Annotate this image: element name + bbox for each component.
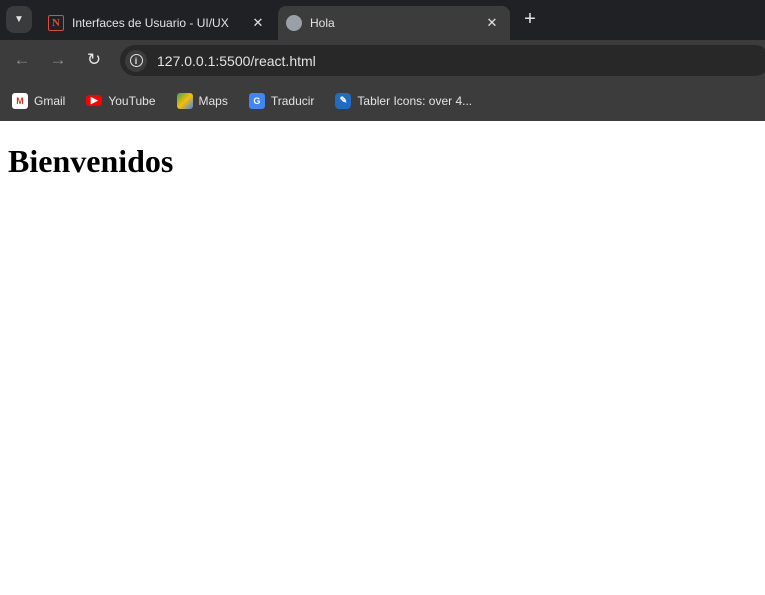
bookmark-label: Traducir xyxy=(270,93,315,108)
tab-interfaces[interactable]: N Interfaces de Usuario - UI/UX ✕ xyxy=(40,6,276,40)
site-info-button[interactable]: i xyxy=(125,49,147,72)
translate-icon: G xyxy=(248,92,265,109)
bookmarks-bar: M Gmail ▶ YouTube Maps G Traducir ✎ Tabler I… xyxy=(0,80,765,121)
address-bar[interactable]: i 127.0.0.1:5500/react.html xyxy=(120,45,765,76)
toolbar: ← → ↻ i 127.0.0.1:5500/react.html xyxy=(0,40,765,80)
tab-hola[interactable]: Hola ✕ xyxy=(278,6,510,40)
tabler-icon: ✎ xyxy=(335,92,352,109)
bookmark-tabler[interactable]: ✎ Tabler Icons: over 4... xyxy=(335,92,473,109)
notion-icon: N xyxy=(48,15,64,31)
bookmark-label: Maps xyxy=(198,93,228,108)
youtube-icon: ▶ xyxy=(86,95,103,106)
tab-title: Hola xyxy=(310,16,335,30)
bookmark-traducir[interactable]: G Traducir xyxy=(248,92,315,109)
page-heading: Bienvenidos xyxy=(8,143,174,179)
globe-icon xyxy=(286,15,302,31)
bookmark-label: YouTube xyxy=(108,93,156,108)
tab-title: Interfaces de Usuario - UI/UX xyxy=(72,16,229,30)
bookmark-gmail[interactable]: M Gmail xyxy=(12,92,66,109)
forward-button[interactable]: → xyxy=(48,50,68,70)
bookmark-maps[interactable]: Maps xyxy=(176,92,228,109)
reload-button[interactable]: ↻ xyxy=(84,50,104,70)
tab-search-button[interactable]: ▼ xyxy=(6,6,32,33)
info-icon: i xyxy=(129,54,143,67)
close-icon[interactable]: ✕ xyxy=(248,15,268,31)
url-text[interactable]: 127.0.0.1:5500/react.html xyxy=(157,53,316,69)
new-tab-button[interactable]: + xyxy=(520,8,540,31)
close-icon[interactable]: ✕ xyxy=(482,15,502,31)
bookmark-label: Gmail xyxy=(34,93,66,108)
tab-strip: ▼ N Interfaces de Usuario - UI/UX ✕ Hola… xyxy=(0,0,765,40)
bookmark-youtube[interactable]: ▶ YouTube xyxy=(86,93,156,108)
bookmark-label: Tabler Icons: over 4... xyxy=(357,93,473,108)
back-button[interactable]: ← xyxy=(12,50,32,70)
gmail-icon: M xyxy=(12,92,28,109)
maps-icon xyxy=(176,92,193,109)
